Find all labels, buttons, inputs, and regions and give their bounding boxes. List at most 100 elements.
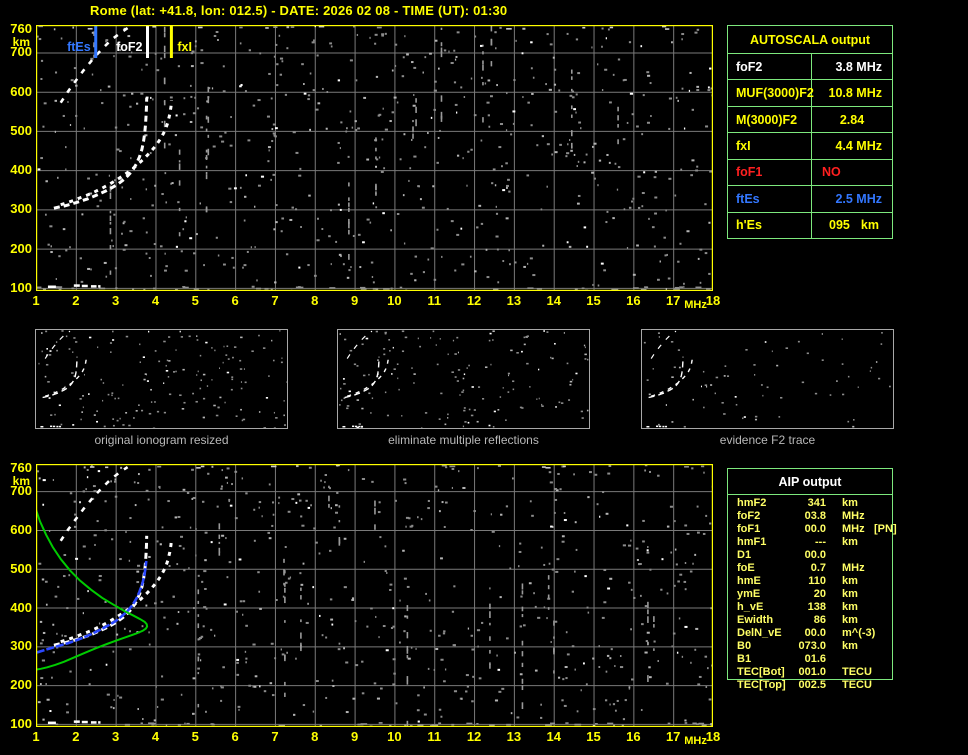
trace-o_trace	[42, 356, 78, 399]
aip-param-value: 20	[813, 588, 826, 600]
aip-row-foF1: foF1 00.0 MHz [PN]	[728, 523, 897, 536]
x-tick-label-top: 6	[231, 293, 239, 308]
x-tick-label-bottom: 12	[466, 729, 482, 744]
y-tick-label-top: 500	[10, 122, 32, 138]
aip-row-foF2: foF2 03.8 MHz	[728, 510, 892, 523]
aip-param-value: 00.0	[804, 523, 826, 535]
x-tick-label-bottom: 4	[151, 729, 160, 744]
thumbnail-evidence-f2-trace	[641, 329, 894, 429]
autoscala-param-value: 4.4 MHz	[835, 138, 882, 153]
aip-param-unit: km	[842, 575, 858, 587]
bottom-ionogram	[36, 464, 713, 727]
aip-param-name: B0	[737, 640, 752, 652]
autoscala-param-value: 095 km	[812, 213, 892, 238]
aip-param-value: 86	[813, 614, 826, 626]
x-tick-label-top: 5	[191, 293, 199, 308]
trace-second_hop	[650, 330, 677, 359]
autoscala-param-value: NO	[822, 165, 841, 180]
aip-param-name: DelN_vE	[737, 627, 782, 639]
aip-param-value: ---	[815, 536, 826, 548]
aip-row-Ewidth: Ewidth 86 km	[728, 614, 892, 627]
aip-output-rows: hmF2 341 km foF2 03.8 MHz foF1 00.0 MHz [PN] hmF1 -…	[728, 497, 897, 692]
autoscala-param-label: fxI	[728, 133, 812, 159]
aip-param-name: D1	[737, 549, 752, 561]
autoscala-row-fxI: fxI 4.4 MHz	[728, 133, 892, 160]
trace-x_trace	[346, 357, 389, 397]
x-tick-label-top: 12	[466, 293, 482, 308]
aip-row-h_vE: h_vE 138 km	[728, 601, 892, 614]
autoscala-table-title: AUTOSCALA output	[728, 26, 892, 54]
autoscala-value-number: 095	[829, 218, 850, 233]
aip-param-value: 138	[807, 601, 826, 613]
autoscala-row-ftEs: ftEs 2.5 MHz	[728, 186, 892, 213]
x-tick-label-bottom: 8	[311, 729, 319, 744]
autoscala-param-value: 10.8 MHz	[828, 86, 883, 101]
autoscala-param-label: foF1	[728, 159, 812, 186]
x-tick-label-bottom: 7	[271, 729, 279, 744]
trace-es_layer	[47, 720, 101, 725]
y-tick-label-bottom: 100	[10, 715, 32, 731]
x-tick-label-top: 2	[72, 293, 80, 308]
x-tick-label-top: 11	[427, 293, 442, 308]
x-axis-unit-top: MHz	[684, 299, 707, 311]
aip-param-name: hmF1	[737, 536, 767, 548]
x-tick-label-top: 14	[546, 293, 561, 308]
aip-param-name: h_vE	[737, 601, 764, 613]
aip-param-unit: km	[842, 601, 858, 613]
aip-param-value: 01.6	[804, 653, 826, 665]
autoscala-value-unit: km	[860, 218, 879, 233]
y-tick-label-bottom: 400	[10, 599, 32, 615]
x-tick-label-bottom: 13	[506, 729, 522, 744]
aip-param-unit	[826, 549, 872, 562]
noise-speckle	[339, 330, 589, 428]
aip-row-hmE: hmE 110 km	[728, 575, 892, 588]
autoscala-param-label: h'Es	[728, 212, 812, 238]
top-ionogram: ftEs foF2 fxI	[36, 25, 713, 291]
trace-es_layer	[646, 425, 668, 428]
y-tick-label-top: 200	[10, 240, 32, 256]
aip-param-value: 00.0	[804, 627, 826, 639]
autoscala-row-MUF(3000)F2: MUF(3000)F2 10.8 MHz	[728, 80, 892, 107]
aip-param-name: ymE	[737, 588, 761, 600]
y-tick-label-bottom: 600	[10, 521, 32, 537]
aip-param-name: Ewidth	[737, 614, 774, 626]
thumbnail-eliminate-reflections	[337, 329, 590, 429]
marker-label-ftEs: ftEs	[67, 40, 91, 54]
autoscala-ionogram-app: Rome (lat: +41.8, lon: 012.5) - DATE: 20…	[0, 0, 968, 755]
trace-electron_density_profile	[36, 509, 149, 671]
aip-param-unit: km	[842, 536, 858, 548]
y-tick-label-bottom: 300	[10, 638, 32, 654]
x-tick-label-bottom: 9	[350, 729, 359, 744]
x-tick-label-bottom: 18	[705, 729, 721, 744]
aip-param-unit: MHz	[842, 523, 865, 535]
marker-label-foF2: foF2	[116, 40, 142, 54]
aip-param-name: foF1	[737, 523, 761, 535]
aip-param-value: 001.0	[798, 666, 826, 678]
aip-param-unit: MHz	[842, 510, 865, 522]
aip-row-B1: B1 01.6	[728, 653, 892, 666]
trace-x_trace	[44, 357, 87, 397]
trace-fit_o_trace	[36, 560, 148, 654]
x-axis-unit-bottom: MHz	[684, 735, 707, 747]
aip-row-D1: D1 00.0	[728, 549, 892, 562]
autoscala-param-value: 3.8 MHz	[835, 59, 882, 74]
x-tick-label-bottom: 3	[112, 729, 120, 744]
x-tick-label-bottom: 11	[427, 729, 442, 744]
x-tick-label-top: 3	[112, 293, 120, 308]
aip-param-extra: [PN]	[874, 523, 897, 535]
trace-second_hop	[59, 466, 129, 542]
thumb-ionogram-1	[339, 330, 589, 428]
autoscala-row-h'Es: h'Es 095 km	[728, 212, 892, 238]
x-tick-label-top: 15	[586, 293, 601, 308]
y-axis-unit-bottom: km	[12, 473, 30, 488]
aip-row-TEC[Top]: TEC[Top] 002.5 TECU	[728, 679, 892, 692]
x-tick-label-bottom: 10	[387, 729, 402, 744]
autoscala-param-label: MUF(3000)F2	[728, 80, 814, 106]
x-tick-label-bottom: 2	[72, 729, 80, 744]
y-tick-label-top: 400	[10, 162, 32, 178]
trace-o_trace	[648, 356, 684, 399]
y-tick-label-bottom: 200	[10, 677, 32, 693]
autoscala-row-M(3000)F2: M(3000)F2 2.84	[728, 106, 892, 134]
autoscala-param-label: M(3000)F2	[728, 106, 812, 133]
autoscala-param-label: foF2	[728, 54, 812, 80]
